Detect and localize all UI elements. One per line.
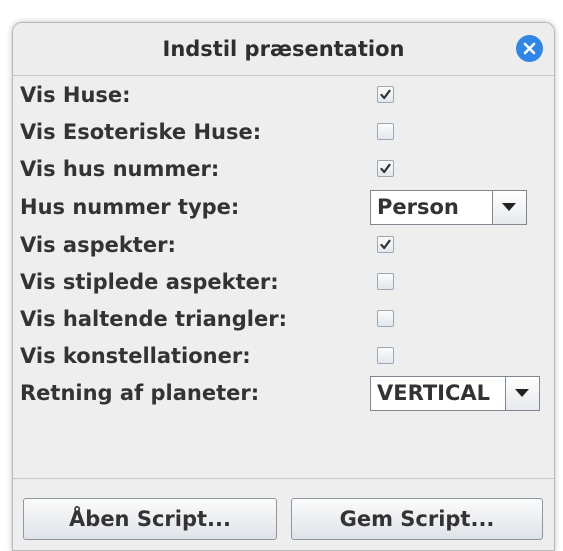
show-dotted-aspects-label: Vis stiplede aspekter: <box>20 270 279 294</box>
show-houses-checkbox[interactable] <box>377 86 394 103</box>
chevron-down-icon <box>515 389 529 397</box>
show-house-number-checkbox[interactable] <box>377 160 394 177</box>
show-house-number-label: Vis hus nummer: <box>20 157 220 181</box>
row-show-house-number: Vis hus nummer: <box>13 151 554 187</box>
show-limping-triangles-checkbox[interactable] <box>377 310 394 327</box>
planet-direction-label: Retning af planeter: <box>20 381 260 405</box>
row-show-aspects: Vis aspekter: <box>13 227 554 263</box>
house-number-type-value: Person <box>377 195 459 219</box>
show-esoteric-houses-checkbox[interactable] <box>377 123 394 140</box>
row-show-dotted-aspects: Vis stiplede aspekter: <box>13 264 554 300</box>
settings-panel: Vis Huse: Vis Esoteriske Huse: Vis hus n… <box>13 76 554 477</box>
planet-direction-dropdown-button[interactable] <box>505 377 539 410</box>
close-button[interactable] <box>516 35 543 62</box>
show-constellations-label: Vis konstellationer: <box>20 344 251 368</box>
row-planet-direction: Retning af planeter: VERTICAL <box>13 375 554 411</box>
show-limping-triangles-label: Vis haltende triangler: <box>20 307 287 331</box>
checkmark-icon <box>380 89 391 100</box>
row-show-esoteric-houses: Vis Esoteriske Huse: <box>13 114 554 150</box>
close-icon <box>523 42 536 55</box>
show-dotted-aspects-checkbox[interactable] <box>377 273 394 290</box>
show-esoteric-houses-label: Vis Esoteriske Huse: <box>20 120 262 144</box>
presentation-settings-dialog: Indstil præsentation Vis Huse: Vis Esote… <box>12 22 555 551</box>
button-bar: Åben Script... Gem Script... <box>13 478 554 550</box>
house-number-type-dropdown-button[interactable] <box>492 191 526 224</box>
show-aspects-checkbox[interactable] <box>377 236 394 253</box>
row-house-number-type: Hus nummer type: Person <box>13 189 554 225</box>
save-script-button[interactable]: Gem Script... <box>291 498 543 540</box>
row-show-constellations: Vis konstellationer: <box>13 338 554 374</box>
show-aspects-label: Vis aspekter: <box>20 233 176 257</box>
checkmark-icon <box>380 239 391 250</box>
chevron-down-icon <box>502 203 516 211</box>
planet-direction-select[interactable]: VERTICAL <box>370 376 540 411</box>
house-number-type-label: Hus nummer type: <box>20 195 240 219</box>
open-script-button[interactable]: Åben Script... <box>23 498 277 540</box>
dialog-title: Indstil præsentation <box>162 37 405 61</box>
show-constellations-checkbox[interactable] <box>377 347 394 364</box>
show-houses-label: Vis Huse: <box>20 83 131 107</box>
checkmark-icon <box>380 163 391 174</box>
house-number-type-select[interactable]: Person <box>370 190 527 225</box>
row-show-houses: Vis Huse: <box>13 77 554 113</box>
planet-direction-value: VERTICAL <box>377 381 491 405</box>
title-bar: Indstil præsentation <box>13 23 554 76</box>
row-show-limping-triangles: Vis haltende triangler: <box>13 301 554 337</box>
